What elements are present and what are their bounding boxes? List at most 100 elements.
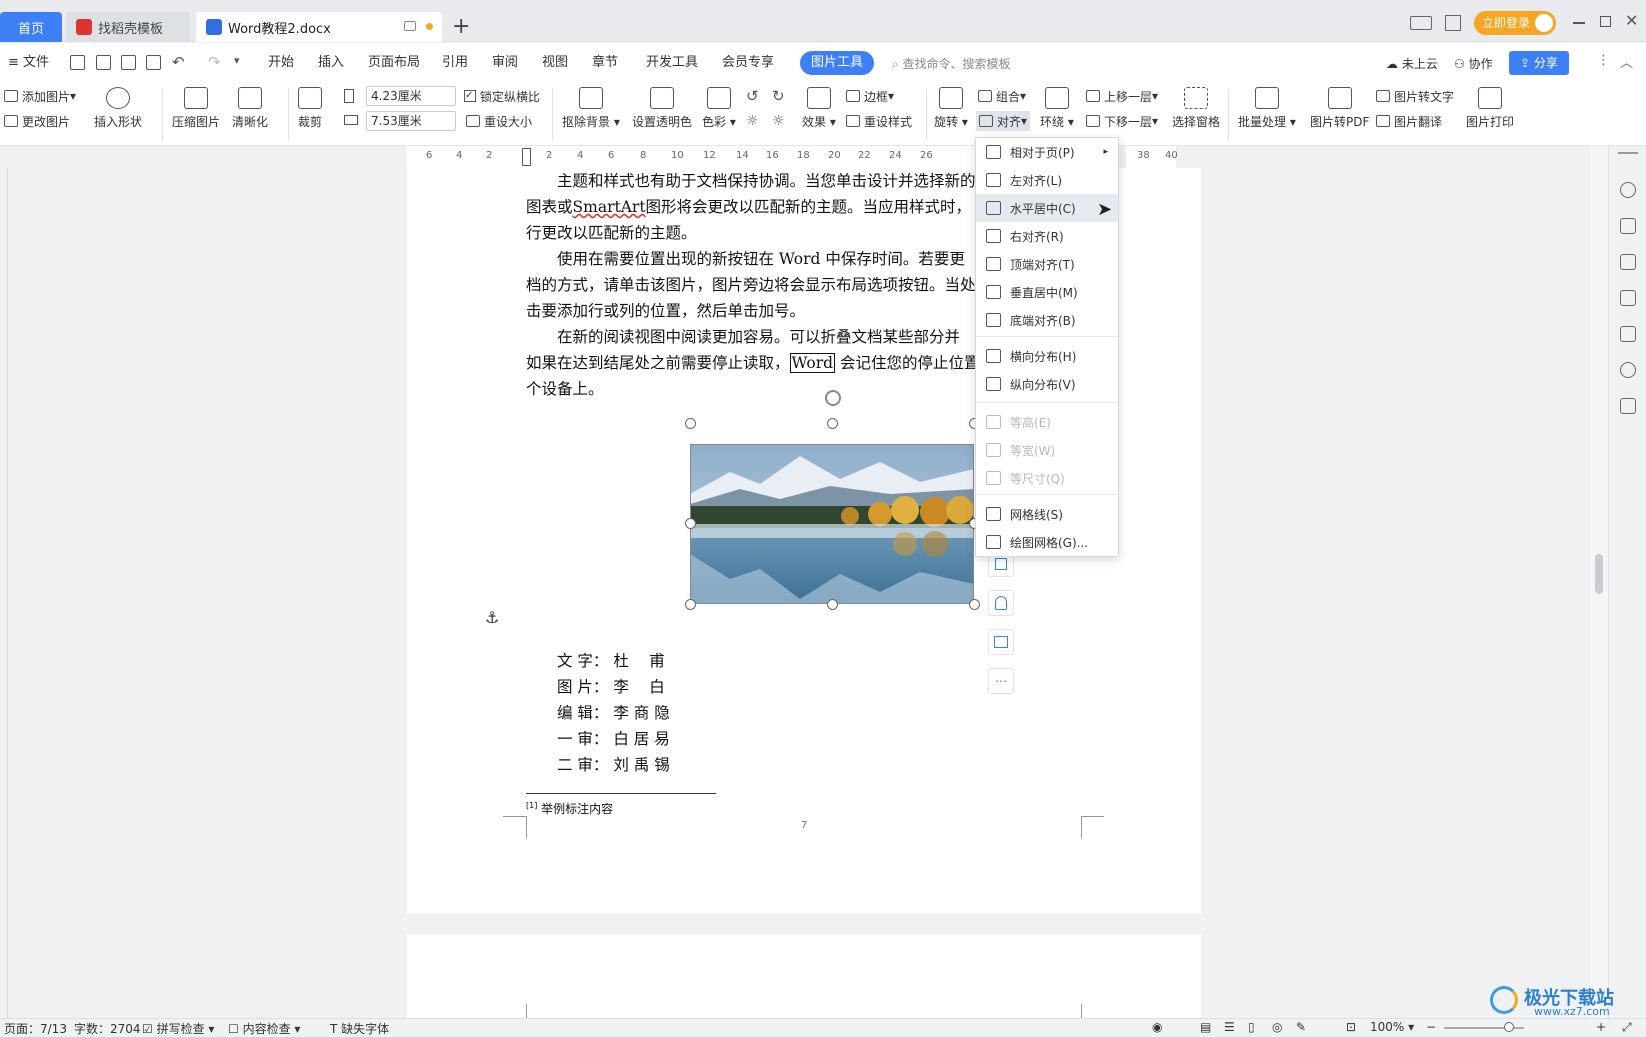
menu-review[interactable]: 审阅: [492, 43, 518, 83]
send-backward-button[interactable]: 下移一层 ▾: [1086, 111, 1158, 131]
menu-start[interactable]: 开始: [268, 43, 294, 83]
undo-icon[interactable]: ↶: [172, 53, 185, 71]
outline-view-icon[interactable]: ☰: [1224, 1020, 1235, 1034]
menu-item-drawing-grid[interactable]: 绘图网格(G)...: [976, 528, 1118, 556]
page-view-icon[interactable]: ▤: [1200, 1020, 1211, 1034]
resize-handle-se[interactable]: [969, 599, 980, 610]
insert-shape-button[interactable]: 插入形状: [94, 87, 142, 130]
menu-item-align-right[interactable]: 右对齐(R): [976, 222, 1118, 250]
menu-item-align-bottom[interactable]: 底端对齐(B): [976, 306, 1118, 334]
border-button[interactable]: 边框 ▾: [846, 86, 894, 106]
eye-protect-icon[interactable]: ◉: [1152, 1020, 1162, 1034]
fit-page-icon[interactable]: ⊡: [1346, 1020, 1356, 1034]
tab-document[interactable]: Word教程2.docx: [196, 12, 442, 42]
fullscreen-icon[interactable]: ⤢: [1622, 1020, 1632, 1035]
resize-handle-nw[interactable]: [685, 418, 696, 429]
monitor-icon[interactable]: [404, 21, 416, 31]
document-page-next[interactable]: [407, 934, 1201, 1018]
menu-item-align-top[interactable]: 顶端对齐(T): [976, 250, 1118, 278]
command-search[interactable]: ⌕ 查找命令、搜索模板: [892, 55, 1011, 72]
collapse-ribbon-icon[interactable]: ︿: [1620, 52, 1633, 71]
anchor-icon[interactable]: ⚓: [485, 608, 499, 627]
transparent-color-button[interactable]: 设置透明色: [632, 87, 692, 130]
rail-collapse-icon[interactable]: [1618, 152, 1638, 154]
minimize-icon[interactable]: [1573, 22, 1585, 24]
zoom-dropdown[interactable]: 100% ▾: [1370, 1020, 1414, 1034]
menu-item-gridlines[interactable]: 网格线(S): [976, 500, 1118, 528]
print-image-button[interactable]: 图片打印: [1466, 87, 1514, 130]
zoom-slider-thumb[interactable]: [1504, 1022, 1514, 1032]
file-menu[interactable]: ≡ 文件: [8, 43, 49, 83]
remove-background-button[interactable]: 抠除背景 ▾: [562, 87, 620, 130]
resize-handle-w[interactable]: [685, 518, 696, 529]
menu-insert[interactable]: 插入: [318, 43, 344, 83]
menu-item-distribute-vertical[interactable]: 纵向分布(V): [976, 370, 1118, 398]
menu-item-align-left[interactable]: 左对齐(L): [976, 166, 1118, 194]
menu-item-same-width[interactable]: 等宽(W): [976, 436, 1118, 464]
menu-item-same-height[interactable]: 等高(E): [976, 408, 1118, 436]
missing-font-button[interactable]: T 缺失字体: [330, 1020, 389, 1037]
height-input[interactable]: 4.23厘米: [366, 86, 456, 106]
reset-style-button[interactable]: 重设样式: [846, 111, 912, 131]
book-icon[interactable]: [1620, 398, 1636, 414]
horizontal-ruler[interactable]: 6 4 2 2 4 6 8 10 12 14 16 18 20 22 24 26 38 40: [0, 146, 1608, 168]
more-icon[interactable]: ⋮: [1597, 53, 1610, 68]
smart-tip-button[interactable]: [988, 590, 1014, 616]
color-button[interactable]: 色彩 ▾: [702, 87, 736, 130]
rotate-button[interactable]: 旋转 ▾: [934, 87, 968, 130]
content-check-button[interactable]: ☐ 内容检查 ▾: [228, 1020, 300, 1037]
collab-button[interactable]: ⚇ 协作: [1454, 55, 1493, 72]
reset-size-button[interactable]: 重设大小: [466, 111, 532, 131]
adjust-icon[interactable]: [1620, 290, 1636, 306]
width-input[interactable]: 7.53厘米: [366, 111, 456, 131]
save-icon[interactable]: [70, 55, 85, 70]
tab-home[interactable]: 首页: [0, 12, 62, 42]
compress-button[interactable]: 压缩图片: [172, 87, 220, 130]
indent-marker-icon[interactable]: [522, 148, 531, 166]
scrollbar-thumb[interactable]: [1595, 554, 1603, 594]
menu-section[interactable]: 章节: [592, 43, 618, 83]
group-button[interactable]: 组合 ▾: [978, 86, 1026, 106]
batch-button[interactable]: 批量处理 ▾: [1238, 87, 1296, 130]
web-view-icon[interactable]: ◎: [1272, 1020, 1282, 1034]
vertical-ruler[interactable]: [0, 168, 8, 1018]
to-text-button[interactable]: 图片转文字: [1376, 86, 1454, 106]
picture-layout-button[interactable]: [988, 629, 1014, 655]
to-pdf-button[interactable]: 图片转PDF: [1310, 87, 1369, 130]
resize-handle-n[interactable]: [827, 418, 838, 429]
menu-item-relative-to-page[interactable]: 相对于页(P) ▸: [976, 138, 1118, 166]
rotate-right-icon[interactable]: ↻: [772, 87, 785, 105]
crop-button[interactable]: 裁剪: [298, 87, 322, 130]
spell-check-button[interactable]: ☑ 拼写检查 ▾: [142, 1020, 214, 1037]
selection-pane-button[interactable]: 选择窗格: [1172, 87, 1220, 130]
menu-item-distribute-horizontal[interactable]: 横向分布(H): [976, 342, 1118, 370]
rotate-left-icon[interactable]: ↺: [746, 87, 759, 105]
export-icon[interactable]: [96, 55, 111, 70]
write-view-icon[interactable]: ✎: [1296, 1020, 1306, 1034]
vertical-scrollbar[interactable]: [1590, 146, 1608, 1018]
new-tab-button[interactable]: +: [452, 14, 470, 39]
image-tool-icon[interactable]: [1620, 326, 1636, 342]
zoom-in-button[interactable]: +: [1596, 1020, 1606, 1034]
rotate-handle-icon[interactable]: [825, 390, 841, 406]
cloud-status[interactable]: ☁ 未上云: [1386, 55, 1438, 72]
maximize-icon[interactable]: [1600, 16, 1611, 27]
menu-layout[interactable]: 页面布局: [368, 43, 420, 83]
align-button[interactable]: 对齐 ▾: [976, 111, 1031, 131]
effects-button[interactable]: 效果 ▾: [802, 87, 836, 130]
login-button[interactable]: 立即登录: [1474, 11, 1556, 35]
preview-icon[interactable]: [146, 55, 161, 70]
wrap-button[interactable]: 环绕 ▾: [1040, 87, 1074, 130]
close-icon[interactable]: ✕: [1625, 11, 1638, 30]
add-image-button[interactable]: 添加图片 ▾: [4, 86, 76, 106]
change-image-button[interactable]: 更改图片: [4, 111, 70, 131]
menu-item-same-size[interactable]: 等尺寸(Q): [976, 464, 1118, 492]
menu-member[interactable]: 会员专享: [722, 43, 774, 83]
select-icon[interactable]: [1620, 254, 1636, 270]
more-tools-button[interactable]: ⋯: [988, 668, 1014, 694]
print-icon[interactable]: [121, 55, 136, 70]
location-icon[interactable]: [1620, 362, 1636, 378]
translate-button[interactable]: 图片翻译: [1376, 111, 1442, 131]
menu-view[interactable]: 视图: [542, 43, 568, 83]
menu-developer[interactable]: 开发工具: [646, 43, 698, 83]
